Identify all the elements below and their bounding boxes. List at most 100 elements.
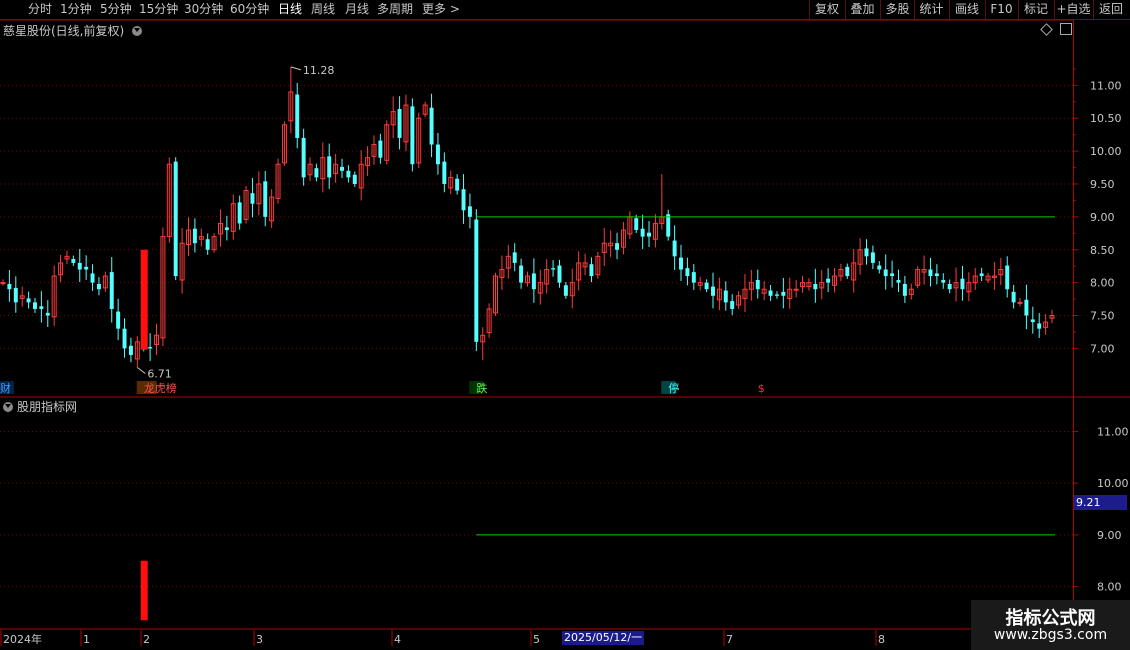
candle-body	[877, 265, 882, 270]
candle-body	[13, 287, 18, 303]
kline-chart[interactable]: 7.00 7.50 8.00 8.50 9.00 9.50 10.00 10.50 11.00 8…	[0, 0, 1130, 650]
candle-body	[723, 290, 728, 303]
x-axis-label: 3	[256, 633, 263, 646]
candle-body	[870, 252, 875, 263]
candle-body	[563, 285, 568, 296]
candle-body	[774, 294, 779, 296]
candle-body	[647, 232, 652, 237]
candle-body	[96, 283, 101, 290]
candle-body	[0, 282, 6, 285]
y-tick-label: 8.00	[1097, 581, 1122, 594]
candle-body	[934, 273, 939, 277]
candle-body	[512, 252, 517, 263]
candle-body	[340, 166, 344, 171]
candle-body	[755, 280, 760, 290]
candle-body	[455, 178, 460, 191]
candle-body	[346, 170, 351, 178]
y-tick-label: 8.00	[1090, 277, 1115, 290]
candle-body	[685, 268, 690, 277]
candle-body	[467, 206, 472, 217]
candle-body	[679, 257, 683, 270]
candle-body	[640, 228, 645, 237]
candle-body	[551, 268, 556, 270]
candle-body	[26, 298, 31, 303]
event-marker: 停	[668, 381, 679, 395]
candle-body	[224, 227, 229, 231]
event-marker: 跌	[476, 381, 487, 395]
candle-body	[45, 312, 50, 316]
candle-body	[883, 269, 888, 277]
candle-body	[813, 283, 818, 290]
min-price-label: 6.71	[147, 367, 172, 380]
candle-body	[1030, 319, 1035, 323]
candle-body	[941, 280, 946, 283]
signal-bar	[140, 249, 148, 350]
candle-body	[557, 265, 562, 283]
candle-body	[672, 240, 677, 257]
candle-body	[845, 266, 850, 277]
candle-body	[979, 273, 984, 277]
x-axis-label: 4	[394, 633, 401, 646]
candle-body	[128, 345, 133, 355]
event-marker: 财	[0, 381, 11, 395]
y-tick-label: 10.00	[1090, 145, 1122, 158]
candle-body	[378, 140, 383, 158]
candle-body	[1017, 301, 1023, 304]
candle-body	[461, 189, 466, 211]
watermark-sub: www.zbgs3.com	[993, 627, 1108, 643]
candle-body	[704, 282, 709, 290]
candle-body	[711, 286, 715, 296]
candle-body	[109, 272, 114, 309]
candle-body	[237, 202, 242, 224]
x-axis-label: 7	[726, 633, 733, 646]
candle-body	[1011, 291, 1016, 303]
candle-body	[531, 273, 536, 290]
max-price-label: 11.28	[303, 64, 335, 77]
candle-body	[902, 283, 907, 296]
candle-body	[928, 269, 933, 277]
candle-body	[71, 258, 76, 263]
candle-body	[826, 278, 831, 283]
x-axis-label: 1	[83, 633, 90, 646]
y-tick-label: 7.00	[1090, 342, 1115, 355]
candle-body	[781, 291, 786, 296]
candle-body	[634, 218, 639, 231]
candle-body	[7, 283, 12, 290]
current-value-tag: 9.21	[1074, 495, 1127, 510]
y-tick-label: 10.00	[1097, 477, 1129, 490]
candle-body	[793, 288, 799, 291]
candle-body	[301, 137, 306, 178]
candle-body	[122, 328, 127, 349]
candle-body	[90, 273, 95, 283]
x-axis-label: 2	[143, 633, 150, 646]
candle-body	[429, 107, 434, 145]
candle-body	[730, 301, 735, 309]
y-tick-label: 9.00	[1097, 529, 1122, 542]
candle-body	[205, 239, 210, 250]
candle-body	[589, 264, 594, 277]
candle-body	[84, 266, 89, 270]
x-axis-label: 5	[533, 633, 540, 646]
candle-body	[397, 109, 402, 138]
candle-body	[435, 144, 440, 165]
candle-body	[148, 347, 153, 349]
candle-body	[864, 248, 869, 257]
candle-body	[32, 302, 37, 309]
candle-body	[442, 161, 447, 184]
candle-body	[116, 311, 121, 329]
candle-body	[352, 174, 357, 184]
watermark-logo: 指标公式网 www.zbgs3.com	[971, 600, 1130, 650]
candle-body	[327, 156, 332, 178]
y-tick-label: 9.50	[1090, 178, 1115, 191]
indicator-signal-bar	[140, 560, 148, 621]
max-pointer	[290, 66, 301, 71]
candle-body	[250, 193, 255, 204]
candle-body	[896, 280, 901, 283]
y-tick-label: 8.50	[1090, 244, 1115, 257]
candle-body	[173, 161, 178, 277]
event-marker: 龙虎榜	[144, 381, 177, 395]
y-tick-label: 7.50	[1090, 310, 1115, 323]
x-axis-label: 8	[878, 633, 885, 646]
y-tick-label: 10.50	[1090, 112, 1122, 125]
candle-body	[1005, 265, 1010, 290]
